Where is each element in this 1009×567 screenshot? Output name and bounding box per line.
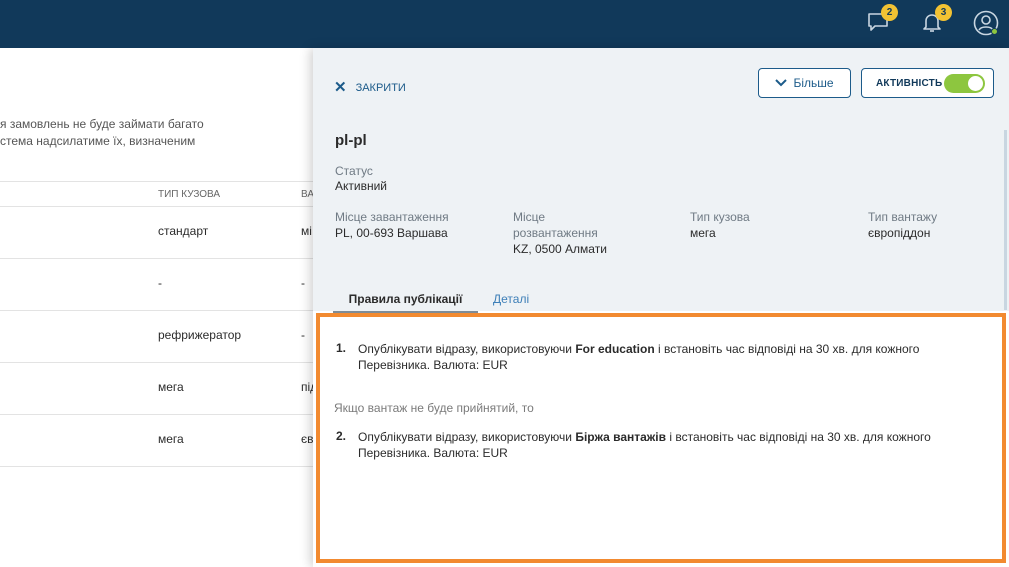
publication-rules-panel: 1. Опублікувати відразу, використовуючи … <box>316 313 1006 563</box>
shipment-drawer: ✕ ЗАКРИТИ Більше АКТИВНІСТЬ pl-pl Статус… <box>313 48 1009 567</box>
rule-channel-name: For education <box>575 342 655 356</box>
close-label: ЗАКРИТИ <box>355 81 406 94</box>
cell-body-type: мега <box>158 380 184 394</box>
rule-number: 2. <box>336 429 347 443</box>
rule-text-suffix: і встановіть час відповіді на 30 хв. для… <box>654 342 920 356</box>
table-row[interactable]: рефрижератор - <box>0 311 313 363</box>
cell-body-type: - <box>158 276 162 290</box>
rule-item: 1. Опублікувати відразу, використовуючи … <box>336 341 958 373</box>
body-type-label: Тип кузова <box>690 210 750 224</box>
top-bar: 2 3 <box>0 0 1009 48</box>
rule-text: Опублікувати відразу, використовуючи Бір… <box>358 429 958 461</box>
unloading-place-label-line1: Місце <box>513 210 546 224</box>
table-row[interactable]: - - <box>0 259 313 311</box>
table-header: ТИП КУЗОВА ВА <box>0 181 314 207</box>
close-button[interactable]: ✕ ЗАКРИТИ <box>334 80 406 95</box>
rule-text-line2: Перевізника. Валюта: EUR <box>358 358 508 372</box>
rule-number: 1. <box>336 341 347 355</box>
status-value: Активний <box>335 179 387 193</box>
messages-button[interactable]: 2 <box>866 4 898 34</box>
unloading-place-value: KZ, 0500 Алмати <box>513 242 607 256</box>
unloading-place-label-line2: розвантаження <box>513 226 598 240</box>
tab-publication-rules[interactable]: Правила публікації <box>333 292 478 314</box>
cell-cargo: - <box>301 276 305 290</box>
loading-place-label: Місце завантаження <box>335 210 449 224</box>
notifications-badge: 3 <box>935 4 952 21</box>
cargo-type-label: Тип вантажу <box>868 210 938 224</box>
page-description: я замовлень не буде займати багато стема… <box>0 117 204 148</box>
body-type-value: мега <box>690 226 716 240</box>
rule-text: Опублікувати відразу, використовуючи For… <box>358 341 958 373</box>
rule-text-line2: Перевізника. Валюта: EUR <box>358 446 508 460</box>
rule-text-suffix: і встановіть час відповіді на 30 хв. для… <box>666 430 931 444</box>
activity-toggle[interactable] <box>944 74 985 93</box>
cell-body-type: рефрижератор <box>158 328 242 342</box>
table-row[interactable]: мега під <box>0 363 317 415</box>
cell-cargo: - <box>301 328 305 342</box>
cell-body-type: мега <box>158 432 184 446</box>
online-status-dot <box>991 28 998 35</box>
rule-text-prefix: Опублікувати відразу, використовуючи <box>358 342 576 356</box>
table-row[interactable]: стандарт мі <box>0 207 313 259</box>
scrollbar[interactable] <box>1004 130 1007 310</box>
orders-table: ТИП КУЗОВА ВА стандарт мі - - рефрижерат… <box>0 181 317 467</box>
messages-badge: 2 <box>881 4 898 21</box>
rule-item: 2. Опублікувати відразу, використовуючи … <box>336 429 958 461</box>
activity-control: АКТИВНІСТЬ <box>861 68 994 98</box>
chevron-down-icon <box>775 79 788 87</box>
more-label: Більше <box>793 76 834 90</box>
profile-button[interactable] <box>973 10 999 36</box>
cargo-type-value: європіддон <box>868 226 931 240</box>
activity-label: АКТИВНІСТЬ <box>876 77 943 89</box>
status-label: Статус <box>335 164 373 178</box>
close-icon: ✕ <box>334 79 347 96</box>
table-row[interactable]: мега єв <box>0 415 314 467</box>
column-header-body-type[interactable]: ТИП КУЗОВА <box>158 189 220 200</box>
drawer-summary: ✕ ЗАКРИТИ Більше АКТИВНІСТЬ pl-pl Статус… <box>313 48 1009 311</box>
cell-cargo: мі <box>301 224 312 238</box>
shipment-title: pl-pl <box>335 132 367 149</box>
rule-text-prefix: Опублікувати відразу, використовуючи <box>358 430 576 444</box>
rule-channel-name: Біржа вантажів <box>575 430 667 444</box>
tab-details[interactable]: Деталі <box>493 292 529 306</box>
cell-cargo: єв <box>301 432 314 446</box>
fallback-condition: Якщо вантаж не буде прийнятий, то <box>334 401 534 415</box>
toggle-knob <box>968 76 983 91</box>
more-button[interactable]: Більше <box>758 68 851 98</box>
loading-place-value: PL, 00-693 Варшава <box>335 226 448 240</box>
notifications-button[interactable]: 3 <box>920 4 952 34</box>
cell-body-type: стандарт <box>158 224 209 238</box>
